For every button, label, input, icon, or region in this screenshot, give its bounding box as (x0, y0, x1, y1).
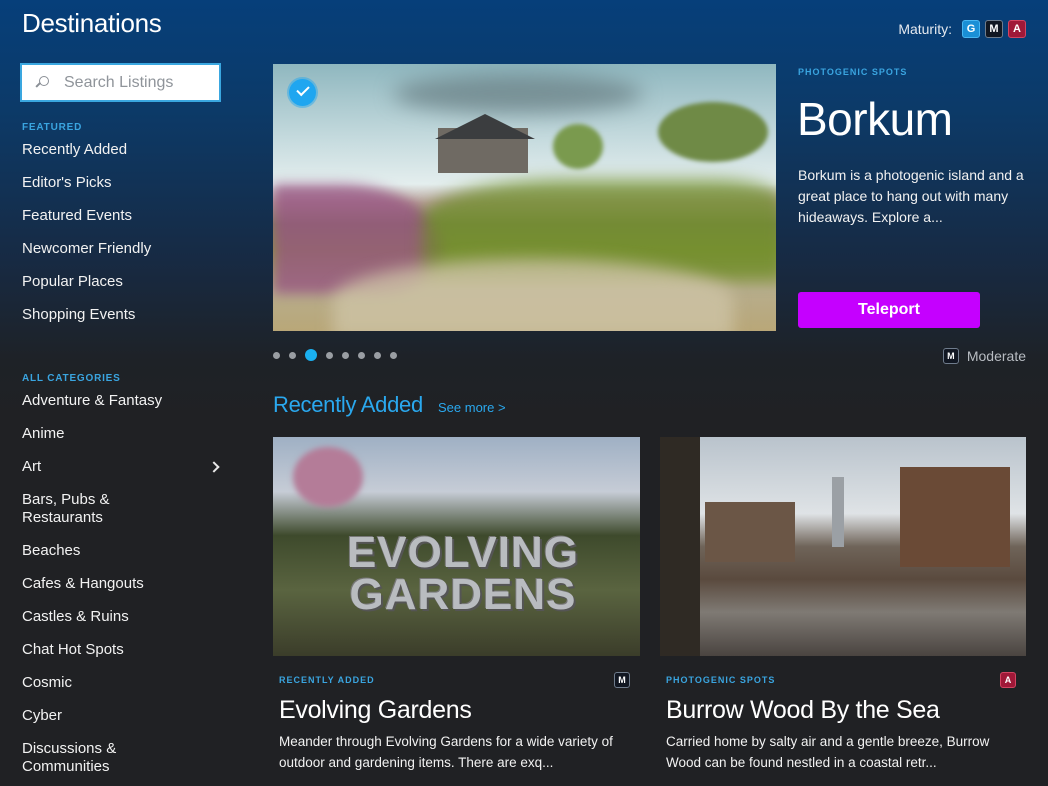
sidebar-item-label: Editor's Picks (22, 174, 112, 191)
sidebar-item-editors-picks[interactable]: Editor's Picks (22, 174, 222, 207)
maturity-general-toggle[interactable]: G (962, 20, 980, 38)
listing-image-text: EVOLVING GARDENS (346, 528, 580, 619)
listing-description: Carried home by salty air and a gentle b… (666, 734, 990, 770)
hero-title: Borkum (797, 93, 953, 145)
carousel-dot[interactable] (358, 351, 365, 359)
hero-description: Borkum is a photogenic island and a grea… (798, 167, 1024, 225)
hero-image[interactable] (273, 64, 776, 331)
sidebar-item-label: Cafes & Hangouts (22, 575, 144, 592)
page-title: Destinations (22, 8, 162, 38)
maturity-rating-label: Moderate (966, 348, 1026, 364)
hero-maturity-rating: M Moderate (942, 348, 1026, 364)
sidebar-item-label: Castles & Ruins (22, 608, 129, 625)
section-title: Recently Added (273, 392, 423, 417)
verified-check-icon (289, 79, 316, 106)
sidebar-item-label: Featured Events (22, 207, 133, 224)
sidebar-item-cafes-hangouts[interactable]: Cafes & Hangouts (22, 575, 222, 608)
sidebar-item-label: Beaches (22, 542, 81, 559)
sidebar-item-recently-added[interactable]: Recently Added (22, 141, 222, 174)
carousel-dot[interactable] (273, 351, 280, 359)
sidebar-item-label: Anime (22, 425, 65, 442)
maturity-badge: A (1000, 672, 1016, 688)
teleport-button[interactable]: Teleport (798, 292, 980, 328)
sidebar-item-shopping-events[interactable]: Shopping Events (22, 306, 222, 339)
sidebar-item-cosmic[interactable]: Cosmic (22, 674, 222, 707)
carousel-dot[interactable] (390, 351, 397, 359)
listing-card[interactable]: PHOTOGENIC SPOTS A Burrow Wood By the Se… (660, 437, 1026, 773)
sidebar-item-featured-events[interactable]: Featured Events (22, 207, 222, 240)
sidebar-item-beaches[interactable]: Beaches (22, 542, 222, 575)
sidebar-item-cyber[interactable]: Cyber (22, 707, 222, 740)
sidebar-item-label: Adventure & Fantasy (22, 392, 163, 409)
search-input[interactable] (64, 73, 209, 92)
search-icon (35, 75, 51, 91)
carousel-dot[interactable] (326, 351, 333, 359)
sidebar-item-popular-places[interactable]: Popular Places (22, 273, 222, 306)
featured-nav: Recently Added Editor's Picks Featured E… (22, 141, 222, 339)
categories-nav: Adventure & Fantasy Anime Art Bars, Pubs… (22, 392, 222, 776)
sidebar-item-chat-hot-spots[interactable]: Chat Hot Spots (22, 641, 222, 674)
sidebar-item-label: Cyber (22, 707, 63, 724)
carousel-dot[interactable] (374, 351, 381, 359)
sidebar-item-label: Discussions & Communities (22, 740, 117, 775)
sidebar-item-label: Popular Places (22, 273, 123, 290)
listing-title[interactable]: Burrow Wood By the Sea (666, 696, 1026, 725)
sidebar-item-castles-ruins[interactable]: Castles & Ruins (22, 608, 222, 641)
sidebar-item-label: Chat Hot Spots (22, 641, 124, 658)
sidebar-item-bars-pubs-restaurants[interactable]: Bars, Pubs & Restaurants (22, 491, 132, 542)
maturity-label: Maturity: (898, 21, 952, 37)
hero-category: PHOTOGENIC SPOTS (798, 67, 908, 77)
maturity-adult-toggle[interactable]: A (1008, 20, 1026, 38)
sidebar-item-label: Cosmic (22, 674, 73, 691)
featured-section-label: FEATURED (22, 122, 83, 133)
maturity-badge: M (942, 348, 959, 364)
maturity-moderate-toggle[interactable]: M (985, 20, 1003, 38)
sidebar-item-label: Bars, Pubs & Restaurants (22, 491, 110, 526)
sidebar-item-discussions-communities[interactable]: Discussions & Communities (22, 740, 132, 776)
categories-section-label: ALL CATEGORIES (22, 373, 121, 384)
sidebar-item-label: Art (22, 458, 42, 475)
search-box (20, 63, 221, 102)
listing-description: Meander through Evolving Gardens for a w… (279, 734, 613, 770)
sidebar-item-newcomer-friendly[interactable]: Newcomer Friendly (22, 240, 222, 273)
maturity-filter: Maturity: G M A (898, 20, 1026, 38)
carousel-dot-active[interactable] (305, 349, 317, 361)
sidebar-item-art[interactable]: Art (22, 458, 222, 491)
maturity-badge: M (614, 672, 630, 688)
listing-category: RECENTLY ADDED (279, 675, 375, 685)
listing-title[interactable]: Evolving Gardens (279, 696, 640, 725)
carousel-dot[interactable] (342, 351, 349, 359)
listing-category: PHOTOGENIC SPOTS (666, 675, 776, 685)
listing-card[interactable]: EVOLVING GARDENS RECENTLY ADDED M Evolvi… (273, 437, 640, 773)
sidebar-item-label: Newcomer Friendly (22, 240, 152, 257)
carousel-pagination (273, 349, 397, 361)
carousel-dot[interactable] (289, 351, 296, 359)
sidebar-item-label: Recently Added (22, 141, 128, 158)
sidebar-item-label: Shopping Events (22, 306, 136, 323)
listing-image[interactable]: EVOLVING GARDENS (273, 437, 640, 656)
sidebar-item-adventure-fantasy[interactable]: Adventure & Fantasy (22, 392, 222, 425)
chevron-right-icon[interactable] (208, 461, 220, 473)
sidebar-item-anime[interactable]: Anime (22, 425, 222, 458)
see-more-link[interactable]: See more > (438, 400, 506, 415)
listing-image[interactable] (660, 437, 1026, 656)
